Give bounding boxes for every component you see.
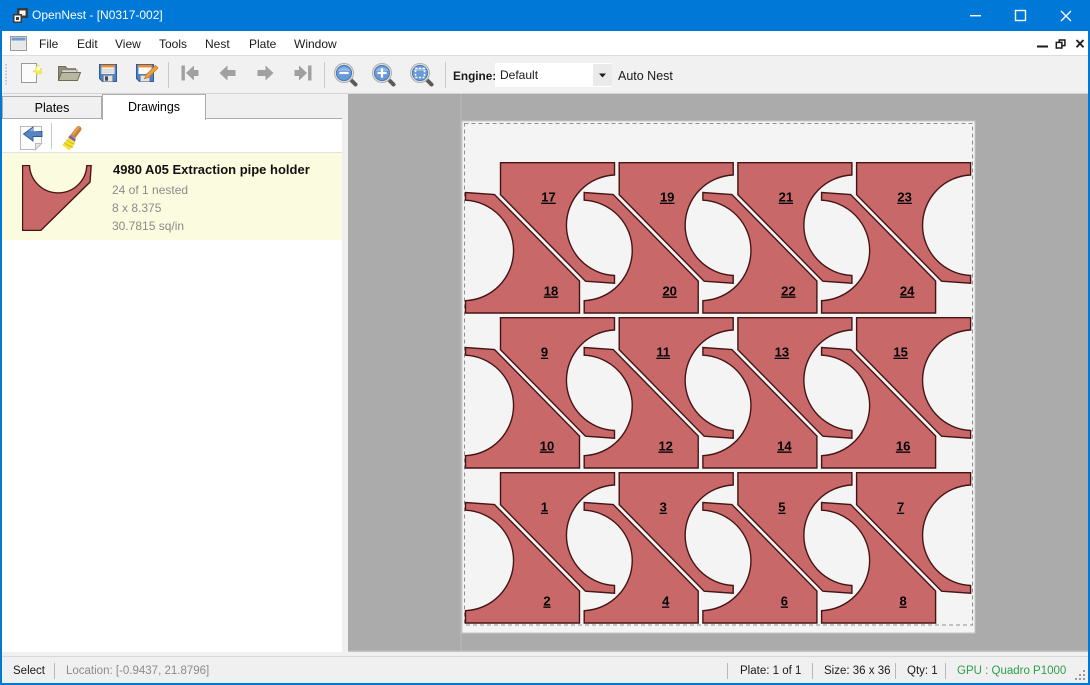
svg-text:1: 1 bbox=[541, 500, 548, 515]
svg-text:9: 9 bbox=[541, 345, 548, 360]
svg-text:10: 10 bbox=[540, 439, 554, 454]
svg-text:5: 5 bbox=[778, 500, 785, 515]
svg-text:4: 4 bbox=[662, 594, 670, 609]
svg-text:7: 7 bbox=[897, 500, 904, 515]
svg-text:18: 18 bbox=[544, 284, 558, 299]
svg-text:21: 21 bbox=[779, 190, 793, 205]
svg-text:8: 8 bbox=[899, 594, 906, 609]
svg-text:24: 24 bbox=[900, 284, 915, 299]
svg-text:14: 14 bbox=[777, 439, 792, 454]
svg-text:13: 13 bbox=[775, 345, 789, 360]
svg-text:19: 19 bbox=[660, 190, 674, 205]
svg-text:16: 16 bbox=[896, 439, 910, 454]
svg-text:17: 17 bbox=[541, 190, 555, 205]
svg-text:3: 3 bbox=[660, 500, 667, 515]
svg-text:11: 11 bbox=[656, 345, 670, 360]
svg-text:22: 22 bbox=[781, 284, 795, 299]
svg-text:12: 12 bbox=[658, 439, 672, 454]
svg-text:15: 15 bbox=[893, 345, 907, 360]
svg-text:2: 2 bbox=[543, 594, 550, 609]
svg-text:23: 23 bbox=[897, 190, 911, 205]
svg-text:20: 20 bbox=[662, 284, 676, 299]
svg-text:6: 6 bbox=[781, 594, 788, 609]
